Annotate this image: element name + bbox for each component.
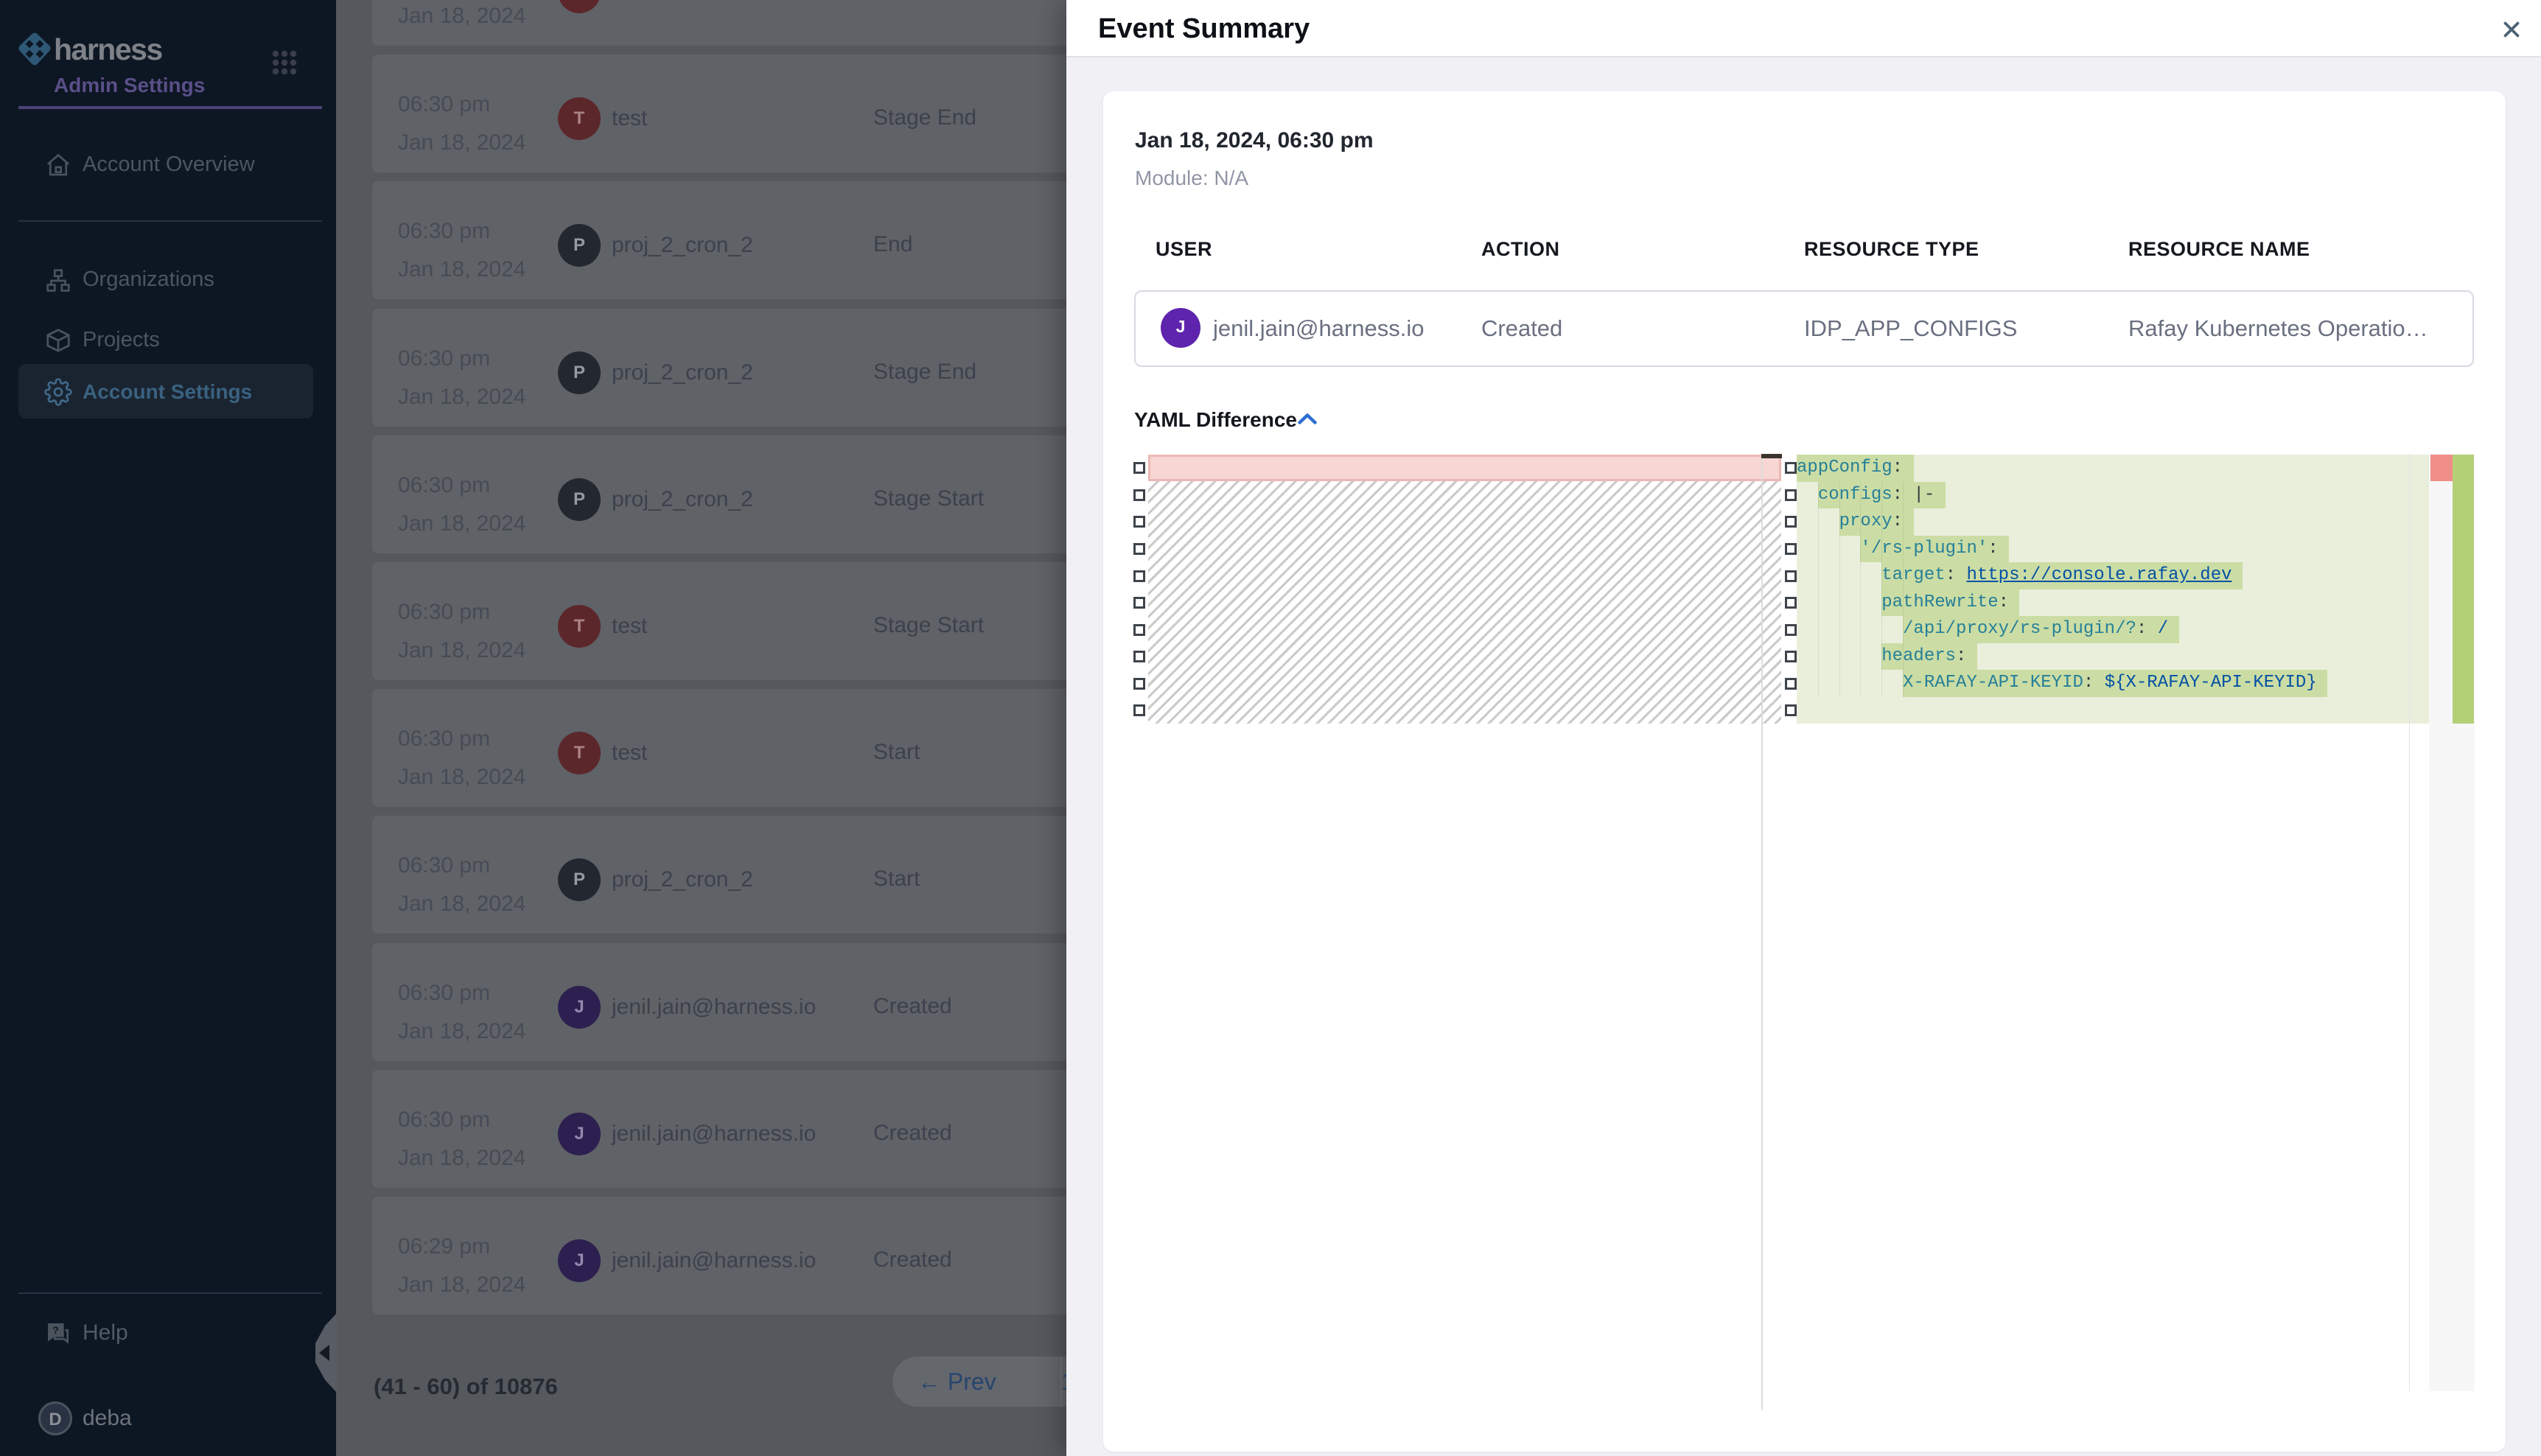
svg-text:?: ? bbox=[52, 1325, 59, 1337]
